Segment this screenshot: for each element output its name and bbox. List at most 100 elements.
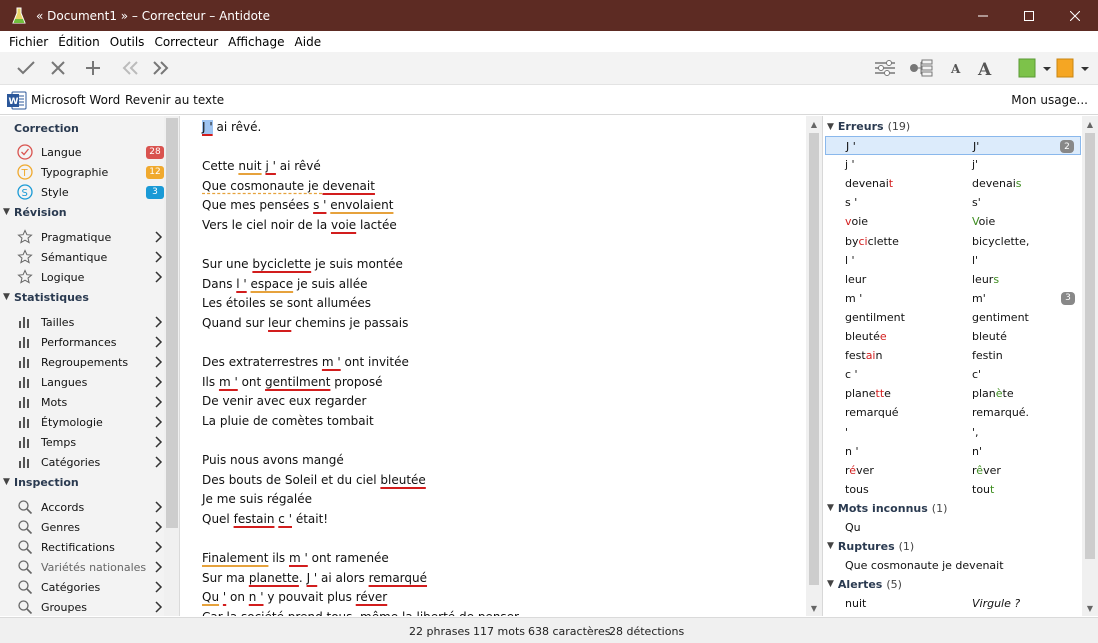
dictionaries-green-book-icon[interactable] [1016, 56, 1052, 80]
guides-orange-book-icon[interactable] [1054, 56, 1090, 80]
sidebar-item-regroupements[interactable]: Regroupements [16, 352, 164, 372]
sidebar-scroll-thumb[interactable] [166, 118, 178, 528]
rupture-row[interactable]: Que cosmonaute je devenait [825, 556, 1081, 575]
error-word[interactable]: planette [249, 571, 299, 585]
panel-scroll-down-arrow-icon[interactable]: ▼ [1082, 600, 1098, 616]
section-mots-inconnus[interactable]: ▼ Mots inconnus (1) [827, 499, 947, 518]
error-word[interactable]: gentilment [265, 375, 330, 389]
sidebar-item-performances[interactable]: Performances [16, 332, 164, 352]
section-inspection[interactable]: ▼ Inspection [3, 476, 79, 494]
error-word[interactable]: devenait [322, 179, 374, 193]
panel-scroll-thumb[interactable] [1085, 133, 1095, 559]
sidebar-item-langues[interactable]: Langues [16, 372, 164, 392]
panel-scroll-up-arrow-icon[interactable]: ▲ [1082, 116, 1098, 132]
menu-edition[interactable]: Édition [53, 35, 105, 49]
sidebar-item-semantique[interactable]: Sémantique [16, 247, 164, 267]
previous-double-chevron-icon[interactable] [117, 56, 143, 80]
error-row[interactable]: planette planète [825, 384, 1081, 403]
settings-sliders-icon[interactable] [872, 56, 898, 80]
sidebar-item-categories[interactable]: Catégories [16, 577, 164, 597]
error-word[interactable]: l ' [236, 277, 246, 291]
error-word[interactable]: J ' [307, 571, 318, 585]
document-scroll-thumb[interactable] [809, 133, 819, 585]
menu-fichier[interactable]: Fichier [4, 35, 53, 49]
error-word[interactable]: réver [356, 590, 387, 604]
sidebar-item-varietes-nationales[interactable]: Variétés nationales [16, 557, 164, 577]
flagged-word[interactable]: Que cosmonaute je [202, 179, 322, 193]
sidebar-item-genres[interactable]: Genres [16, 517, 164, 537]
font-small-icon[interactable]: A [943, 56, 969, 80]
sidebar-item-typographie[interactable]: T Typographie 12 [16, 162, 164, 182]
error-word[interactable]: m ' [322, 355, 341, 369]
sidebar-item-langue[interactable]: Langue 28 [16, 142, 164, 162]
scroll-down-arrow-icon[interactable]: ▼ [806, 600, 822, 616]
error-word[interactable]: n ' [249, 590, 264, 604]
flagged-word[interactable]: nuit [238, 159, 261, 173]
sidebar-item-rectifications[interactable]: Rectifications [16, 537, 164, 557]
structure-tree-icon[interactable] [908, 56, 934, 80]
error-row[interactable]: l ' l' [825, 251, 1081, 270]
menu-affichage[interactable]: Affichage [223, 35, 289, 49]
error-word[interactable]: m ' [219, 375, 238, 389]
sidebar-item-pragmatique[interactable]: Pragmatique [16, 227, 164, 247]
error-row[interactable]: n ' n' [825, 442, 1081, 461]
menu-correcteur[interactable]: Correcteur [149, 35, 223, 49]
scroll-up-arrow-icon[interactable]: ▲ [806, 116, 822, 132]
accept-check-icon[interactable] [13, 56, 39, 80]
error-row[interactable]: j ' j' [825, 155, 1081, 174]
error-row[interactable]: voie Voie [825, 212, 1081, 231]
unknown-word-row[interactable]: Qu [825, 518, 1081, 537]
alert-row[interactable]: nuit Virgule ? [825, 594, 1081, 613]
sidebar-item-etymologie[interactable]: Étymologie [16, 412, 164, 432]
section-erreurs[interactable]: ▼ Erreurs (19) [827, 117, 910, 136]
section-correction[interactable]: Correction [14, 122, 79, 140]
section-statistiques[interactable]: ▼ Statistiques [3, 291, 89, 309]
error-word[interactable]: s ' [313, 198, 326, 212]
usage-dropdown[interactable]: Mon usage... [1011, 93, 1088, 107]
error-row[interactable]: remarqué remarqué. [825, 403, 1081, 422]
section-ruptures[interactable]: ▼ Ruptures (1) [827, 537, 914, 556]
flagged-word[interactable]: Qu [202, 590, 219, 604]
error-row[interactable]: festain festin [825, 346, 1081, 365]
flagged-word[interactable]: espace [251, 277, 294, 291]
sidebar-item-temps[interactable]: Temps [16, 432, 164, 452]
sidebar-item-style[interactable]: S Style 3 [16, 182, 164, 202]
error-word[interactable]: m ' [289, 551, 308, 565]
flagged-word[interactable]: Finalement [202, 551, 268, 565]
error-row[interactable]: tous tout [825, 480, 1081, 499]
error-row[interactable]: m ' m' 3 [825, 289, 1081, 308]
error-word[interactable]: voie [331, 218, 356, 232]
font-large-icon[interactable]: A [973, 56, 999, 80]
next-double-chevron-icon[interactable] [148, 56, 174, 80]
error-row[interactable]: J ' J' 2 [825, 136, 1081, 155]
section-alertes[interactable]: ▼ Alertes (5) [827, 575, 902, 594]
error-word[interactable]: festain [234, 512, 275, 526]
error-word[interactable]: bleutée [380, 473, 425, 487]
panel-scrollbar[interactable]: ▲ ▼ [1082, 116, 1098, 616]
error-word[interactable]: leur [268, 316, 291, 330]
error-word[interactable]: remarqué [369, 571, 427, 585]
sidebar-item-groupes[interactable]: Groupes [16, 597, 164, 616]
error-row[interactable]: ' ', [825, 423, 1081, 442]
ignore-cross-icon[interactable] [45, 56, 71, 80]
error-word[interactable]: c ' [278, 512, 292, 526]
document-text-area[interactable]: J ' ai rêvé. Cette nuit j ' ai rêvé Que co… [181, 116, 806, 616]
error-row[interactable]: byciclette bicyclette, [825, 232, 1081, 251]
error-row[interactable]: gentilment gentiment [825, 308, 1081, 327]
flagged-word[interactable]: envolaient [330, 198, 393, 212]
error-word[interactable]: J ' [202, 120, 213, 134]
error-row[interactable]: c ' c' [825, 365, 1081, 384]
error-row[interactable]: leur leurs [825, 270, 1081, 289]
sidebar-item-mots[interactable]: Mots [16, 392, 164, 412]
document-scrollbar[interactable]: ▲ ▼ [806, 116, 822, 616]
sidebar-item-categories[interactable]: Catégories [16, 452, 164, 472]
menu-aide[interactable]: Aide [290, 35, 327, 49]
minimize-button[interactable] [960, 0, 1006, 31]
error-word[interactable]: byciclette [252, 257, 311, 271]
error-row[interactable]: réver rêver [825, 461, 1081, 480]
error-row[interactable]: s ' s' [825, 193, 1081, 212]
close-button[interactable] [1052, 0, 1098, 31]
back-to-text-button[interactable]: Revenir au texte [125, 93, 224, 107]
sidebar-item-tailles[interactable]: Tailles [16, 312, 164, 332]
add-plus-icon[interactable] [80, 56, 106, 80]
